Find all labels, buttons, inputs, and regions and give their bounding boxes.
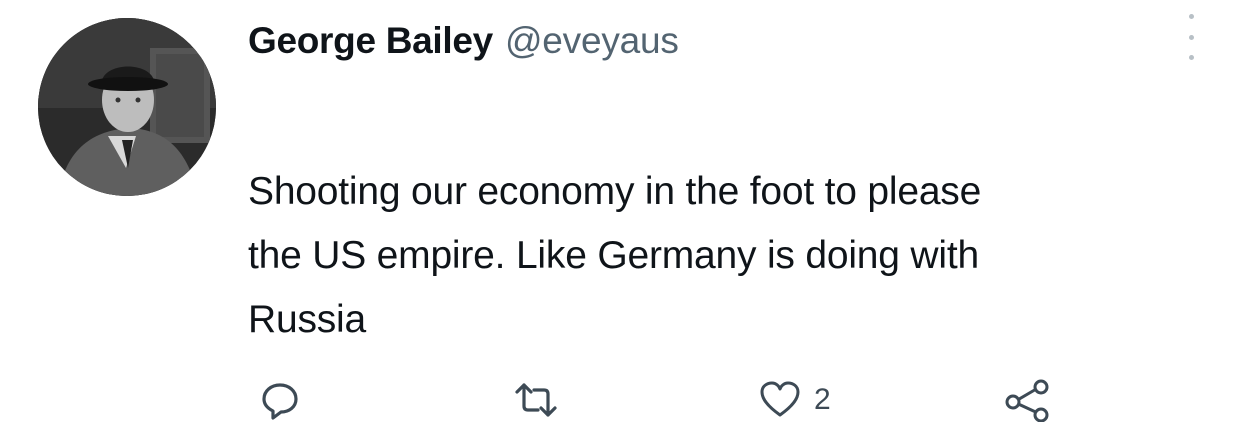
reply-button[interactable] [258,372,302,428]
avatar-photo [38,18,216,196]
tweet-card[interactable]: George Bailey @eveyaus Shooting our econ… [0,0,1260,428]
more-vertical-icon[interactable] [1181,14,1201,60]
author-avatar[interactable] [38,18,216,196]
retweet-icon [515,383,557,417]
like-count: 2 [814,383,831,416]
retweet-button[interactable] [513,372,559,428]
heart-icon [760,381,800,417]
reply-icon [262,383,298,420]
author-display-name[interactable]: George Bailey [248,20,493,62]
tweet-text: Shooting our economy in the foot to plea… [248,170,982,341]
share-icon [1005,379,1049,422]
tweet-header: George Bailey @eveyaus [248,20,679,70]
like-button[interactable]: 2 [760,372,831,428]
share-button[interactable] [1003,372,1053,428]
author-handle[interactable]: @eveyaus [505,20,679,62]
